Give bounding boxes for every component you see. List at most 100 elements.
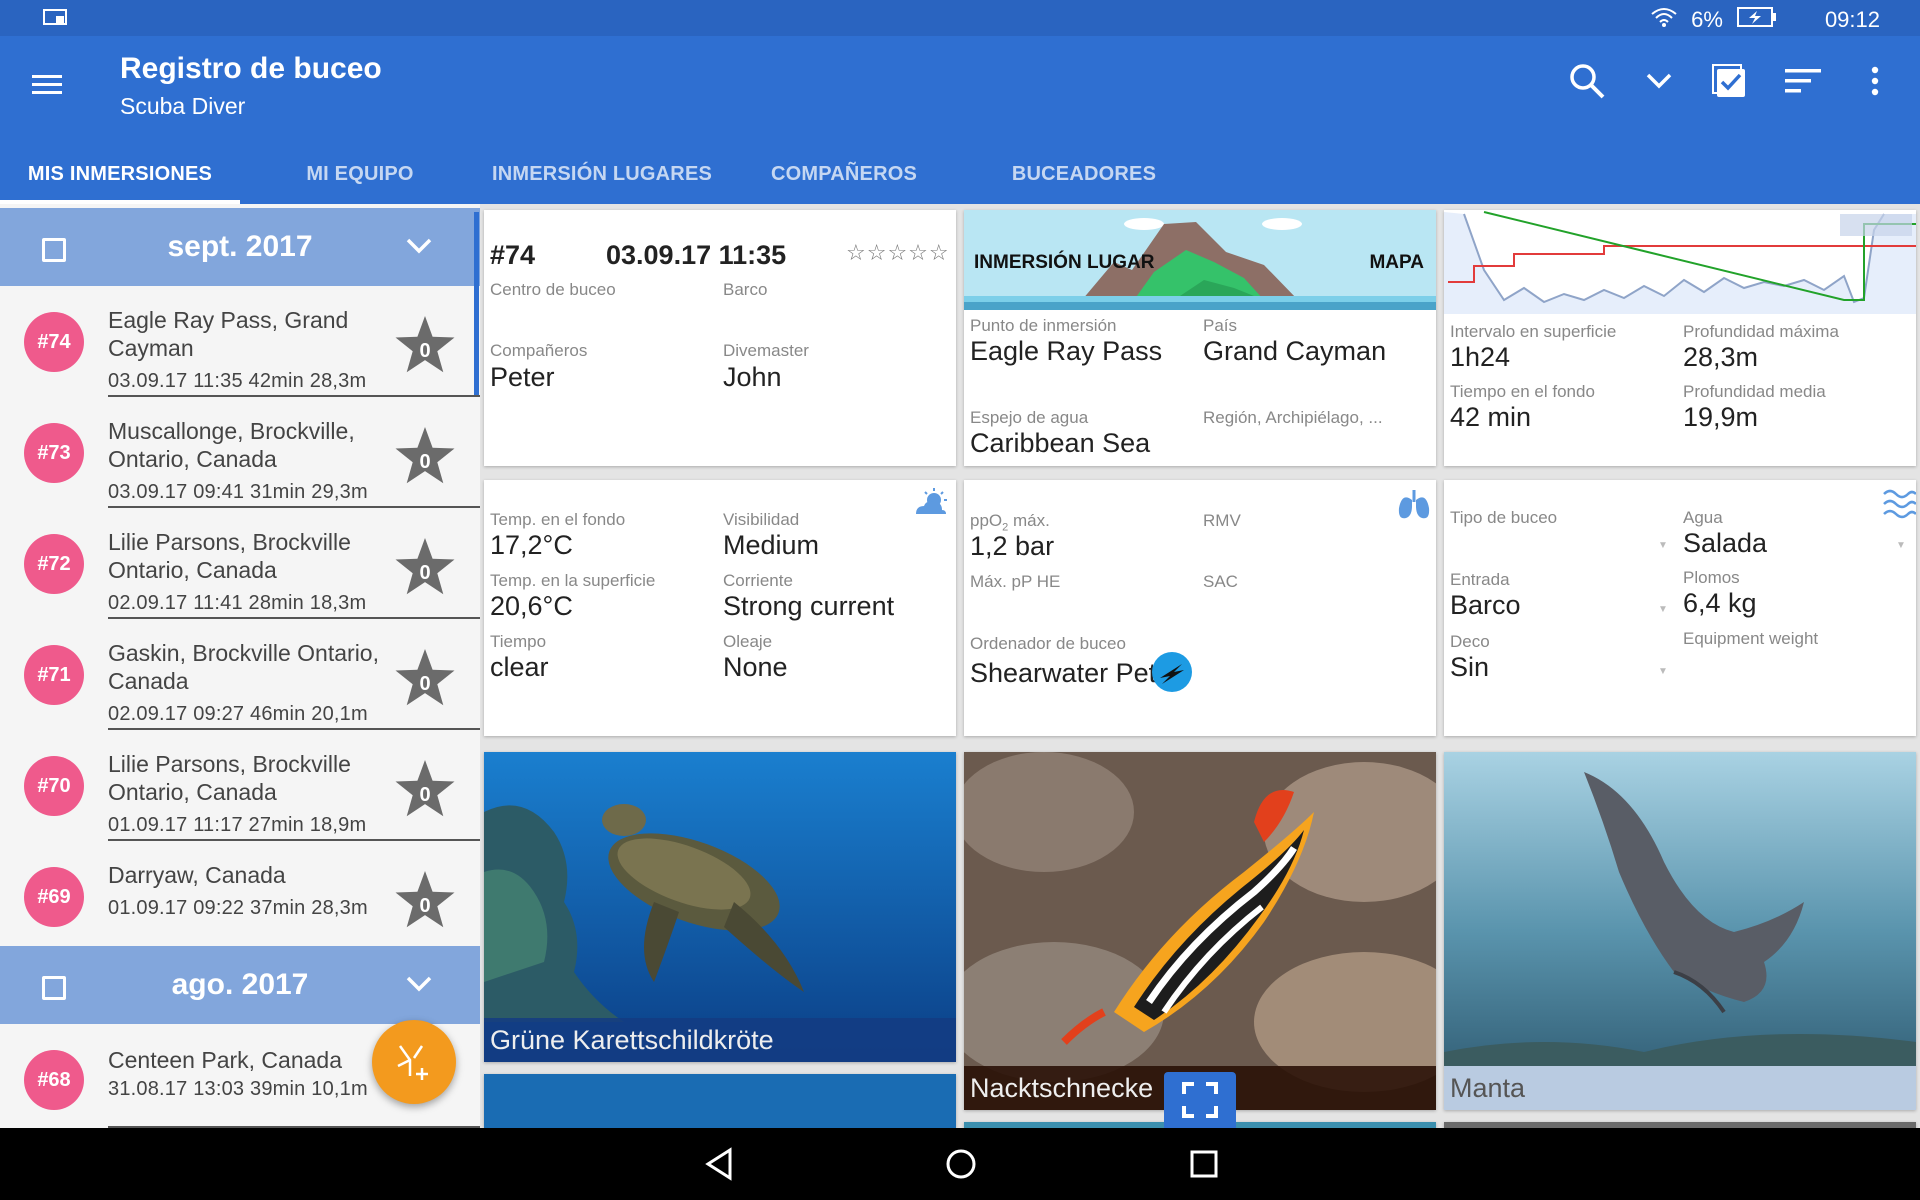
tab-divers[interactable]: BUCEADORES bbox=[964, 144, 1204, 204]
photo-card[interactable] bbox=[484, 1074, 956, 1128]
map-button[interactable]: MAPA bbox=[1369, 252, 1424, 274]
deco-value[interactable]: Sin bbox=[1450, 652, 1489, 683]
dive-number-badge: #73 bbox=[24, 423, 84, 483]
back-icon[interactable] bbox=[702, 1146, 738, 1182]
dive-site-name: Centeen Park, Canada bbox=[108, 1047, 342, 1073]
month-header[interactable]: sept. 2017 bbox=[0, 208, 480, 286]
visibility-value: Medium bbox=[723, 530, 820, 560]
dive-site-name: Muscallonge, Brockville, Ontario, Canada bbox=[108, 418, 355, 472]
dive-number-badge: #74 bbox=[24, 312, 84, 372]
list-item[interactable]: #69 Darryaw, Canada 01.09.17 09:22 37min… bbox=[0, 841, 480, 949]
dive-computer-logo-icon bbox=[1152, 652, 1192, 692]
gas-card[interactable]: ppO2 máx. 1,2 bar RMV Máx. pP HE SAC Ord… bbox=[964, 480, 1436, 736]
tab-my-dives[interactable]: MIS INMERSIONES bbox=[0, 144, 240, 204]
current-value: Strong current bbox=[723, 591, 895, 621]
conditions-card[interactable]: Temp. en el fondo 17,2°C Visibilidad Med… bbox=[484, 480, 956, 736]
avg-depth-value: 19,9m bbox=[1683, 402, 1759, 432]
battery-icon bbox=[1736, 6, 1777, 34]
dive-summary-card[interactable]: #74 03.09.17 11:35 ☆☆☆☆☆ Centro de buceo… bbox=[484, 210, 956, 466]
dropdown-arrow-icon: ▼ bbox=[1896, 540, 1906, 551]
dive-meta: 01.09.17 11:17 27min 18,9m bbox=[108, 814, 367, 836]
star-rating-icon[interactable]: 0 bbox=[394, 869, 456, 931]
search-icon[interactable] bbox=[1566, 60, 1608, 102]
current-label: Corriente bbox=[723, 571, 793, 590]
country-label: País bbox=[1203, 316, 1238, 335]
dropdown-arrow-icon: ▼ bbox=[1658, 604, 1668, 615]
star-rating-value: 0 bbox=[419, 895, 430, 917]
list-item[interactable]: #73 Muscallonge, Brockville, Ontario, Ca… bbox=[0, 397, 480, 508]
dive-meta: 02.09.17 11:41 28min 18,3m bbox=[108, 592, 367, 614]
star-rating-icon[interactable]: 0 bbox=[394, 314, 456, 376]
sac-label: SAC bbox=[1203, 572, 1238, 591]
water-waves-icon bbox=[1882, 486, 1916, 525]
dive-site-name: Lilie Parsons, Brockville Ontario, Canad… bbox=[108, 751, 351, 805]
weather-value: clear bbox=[490, 652, 549, 682]
tab-buddies[interactable]: COMPAÑEROS bbox=[724, 144, 964, 204]
app-title: Registro de buceo bbox=[120, 52, 382, 85]
dropdown-arrow-icon: ▼ bbox=[1658, 666, 1668, 677]
add-dive-button[interactable] bbox=[372, 1020, 456, 1104]
star-rating-value: 0 bbox=[419, 673, 430, 695]
max-depth-value: 28,3m bbox=[1683, 342, 1759, 372]
dive-number-badge: #72 bbox=[24, 534, 84, 594]
boat-label: Barco bbox=[723, 280, 768, 299]
entry-value[interactable]: Barco bbox=[1450, 590, 1521, 621]
list-item[interactable]: #70 Lilie Parsons, Brockville Ontario, C… bbox=[0, 730, 480, 841]
max-depth-label: Profundidad máxima bbox=[1683, 322, 1839, 341]
chevron-down-icon[interactable] bbox=[404, 234, 434, 258]
dive-number-badge: #68 bbox=[24, 1050, 84, 1110]
dive-point-value: Eagle Ray Pass bbox=[970, 336, 1163, 366]
dive-list[interactable]: sept. 2017 #74 Eagle Ray Pass, Grand Cay… bbox=[0, 204, 480, 1128]
star-rating-icon[interactable]: 0 bbox=[394, 647, 456, 709]
menu-icon[interactable] bbox=[30, 68, 64, 102]
swell-value: None bbox=[723, 652, 788, 682]
star-rating-icon[interactable]: 0 bbox=[394, 425, 456, 487]
weather-label: Tiempo bbox=[490, 632, 547, 651]
nudibranch-photo bbox=[964, 752, 1436, 1110]
recents-icon[interactable] bbox=[1186, 1146, 1222, 1182]
list-item[interactable]: #71 Gaskin, Brockville Ontario, Canada 0… bbox=[0, 619, 480, 730]
manta-photo bbox=[1444, 752, 1916, 1110]
app-bar: Registro de buceo Scuba Diver MIS INMERS… bbox=[0, 36, 1920, 204]
divemaster-value: John bbox=[723, 362, 782, 392]
water-type-value[interactable]: Salada bbox=[1683, 528, 1767, 559]
photo-card[interactable]: Manta bbox=[1444, 752, 1916, 1110]
list-item[interactable]: #72 Lilie Parsons, Brockville Ontario, C… bbox=[0, 508, 480, 619]
fullscreen-button[interactable] bbox=[1164, 1072, 1236, 1128]
photo-card[interactable]: Grüne Karettschildkröte bbox=[484, 752, 956, 1062]
battery-percent: 6% bbox=[1691, 7, 1723, 32]
bottom-temp-label: Temp. en el fondo bbox=[490, 510, 626, 529]
sort-icon[interactable] bbox=[1782, 60, 1824, 102]
star-rating-value: 0 bbox=[419, 340, 430, 362]
water-type-label: Agua bbox=[1683, 508, 1723, 527]
divemaster-label: Divemaster bbox=[723, 341, 809, 360]
tab-dive-sites[interactable]: INMERSIÓN LUGARES bbox=[480, 144, 724, 204]
dive-site-name: Darryaw, Canada bbox=[108, 862, 286, 888]
dive-meta: 03.09.17 11:35 42min 28,3m bbox=[108, 370, 367, 392]
dive-type-card[interactable]: Tipo de buceo Agua Salada Entrada Barco … bbox=[1444, 480, 1916, 736]
chevron-down-icon[interactable] bbox=[404, 972, 434, 996]
bottom-time-value: 42 min bbox=[1450, 402, 1532, 432]
star-rating[interactable]: ☆☆☆☆☆ bbox=[846, 240, 950, 266]
add-dive-icon bbox=[397, 1045, 428, 1080]
select-all-icon[interactable] bbox=[1710, 60, 1752, 102]
dive-site-card[interactable]: INMERSIÓN LUGAR MAPA Punto de inmersión … bbox=[964, 210, 1436, 466]
fullscreen-icon bbox=[1182, 1082, 1218, 1118]
star-rating-value: 0 bbox=[419, 451, 430, 473]
photo-card[interactable]: Nacktschnecke bbox=[964, 752, 1436, 1110]
dive-center-label: Centro de buceo bbox=[490, 280, 616, 299]
bottom-temp-value: 17,2°C bbox=[490, 530, 573, 560]
chevron-down-icon[interactable] bbox=[1638, 60, 1680, 102]
star-rating-icon[interactable]: 0 bbox=[394, 758, 456, 820]
more-options-icon[interactable] bbox=[1854, 60, 1896, 102]
bottom-time-label: Tiempo en el fondo bbox=[1450, 382, 1595, 401]
home-icon[interactable] bbox=[943, 1146, 979, 1182]
dive-computer-value: Shearwater Pet bbox=[970, 658, 1157, 688]
star-rating-icon[interactable]: 0 bbox=[394, 536, 456, 598]
tab-my-equipment[interactable]: MI EQUIPO bbox=[240, 144, 480, 204]
dive-meta: 31.08.17 13:03 39min 10,1m bbox=[108, 1078, 368, 1100]
month-header[interactable]: ago. 2017 bbox=[0, 946, 480, 1024]
deco-label: Deco bbox=[1450, 632, 1490, 651]
dive-profile-card[interactable]: Intervalo en superficie 1h24 Profundidad… bbox=[1444, 210, 1916, 466]
list-item[interactable]: #74 Eagle Ray Pass, Grand Cayman 03.09.1… bbox=[0, 286, 480, 397]
